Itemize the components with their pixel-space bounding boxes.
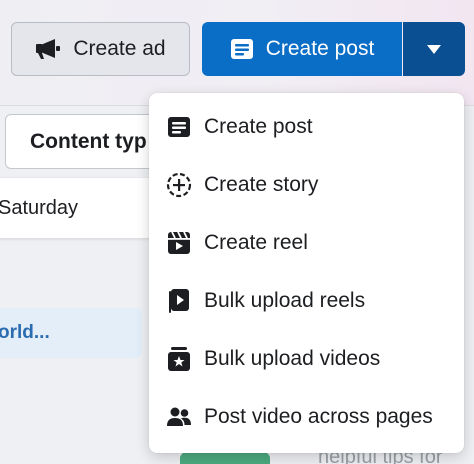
caret-down-icon	[427, 44, 441, 54]
menu-item-label: Create post	[204, 115, 313, 138]
menu-item-label: Create story	[204, 173, 319, 196]
menu-item-bulk-upload-reels[interactable]: Bulk upload reels	[149, 276, 464, 326]
reel-file-icon	[166, 288, 192, 314]
create-post-label: Create post	[265, 37, 375, 60]
menu-item-create-story[interactable]: Create story	[149, 160, 464, 210]
post-icon	[230, 38, 254, 60]
menu-item-create-reel[interactable]: Create reel	[149, 218, 464, 268]
menu-item-label: Bulk upload videos	[204, 347, 381, 370]
create-ad-button[interactable]: Create ad	[11, 22, 190, 76]
menu-item-label: Post video across pages	[204, 405, 433, 428]
create-options-dropdown-button[interactable]	[403, 22, 465, 76]
post-preview-text: orld...	[0, 322, 50, 343]
day-label: Saturday	[0, 196, 79, 219]
content-type-label: Content typ	[30, 129, 147, 153]
menu-item-create-post[interactable]: Create post	[149, 102, 464, 152]
menu-item-bulk-upload-videos[interactable]: Bulk upload videos	[149, 334, 464, 384]
post-icon	[166, 114, 192, 140]
create-options-menu: Create post Create story Create reel Bul…	[149, 93, 464, 453]
video-box-icon	[166, 346, 192, 372]
reel-clapper-icon	[166, 230, 192, 256]
menu-item-post-video-across-pages[interactable]: Post video across pages	[149, 392, 464, 442]
scheduled-post-preview[interactable]: orld...	[0, 308, 142, 358]
menu-item-label: Bulk upload reels	[204, 289, 366, 312]
create-ad-label: Create ad	[73, 37, 166, 60]
menu-item-label: Create reel	[204, 231, 308, 254]
calendar-day-header: Saturday	[0, 178, 155, 238]
content-type-filter[interactable]: Content typ	[5, 114, 165, 169]
people-icon	[166, 404, 192, 430]
story-plus-icon	[166, 172, 192, 198]
create-post-button[interactable]: Create post	[202, 22, 402, 76]
megaphone-icon	[35, 38, 61, 60]
